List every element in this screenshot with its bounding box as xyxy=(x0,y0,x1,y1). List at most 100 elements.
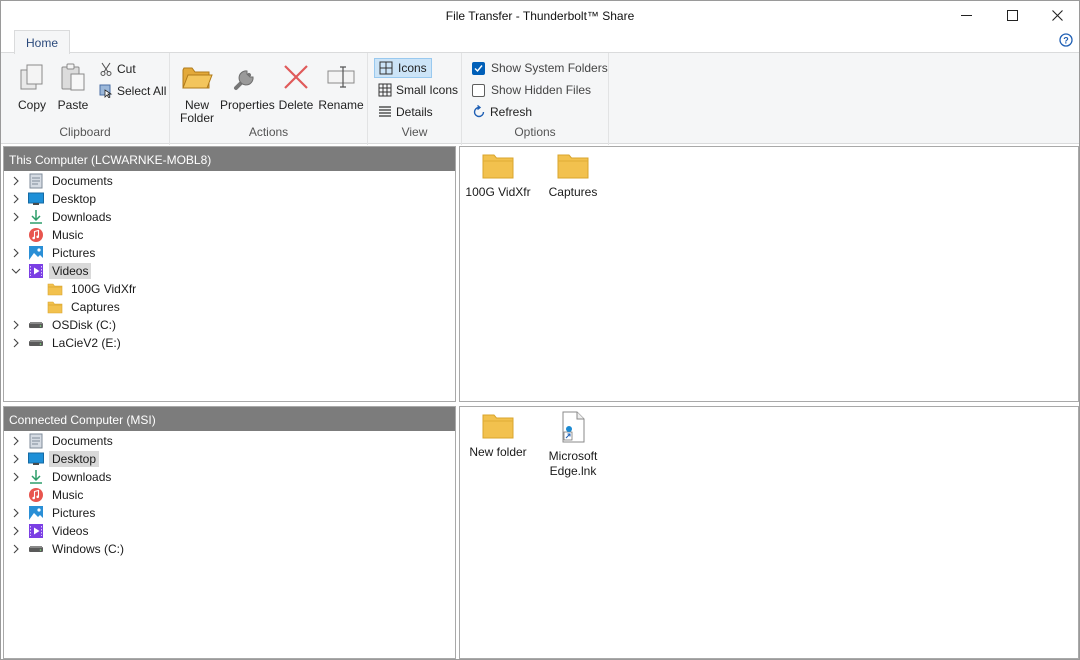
folder-icon xyxy=(47,299,63,315)
copy-button[interactable]: Copy xyxy=(13,57,51,112)
cut-button[interactable]: Cut xyxy=(99,59,136,79)
remote-pane-header: Connected Computer (MSI) xyxy=(4,407,455,431)
tree-expander[interactable] xyxy=(9,172,23,190)
tree-expander[interactable] xyxy=(9,334,23,352)
tree-expander xyxy=(9,226,23,244)
tree-expander[interactable] xyxy=(9,450,23,468)
tree-expander[interactable] xyxy=(9,316,23,334)
view-group: Icons Small Icons Details View xyxy=(368,53,462,145)
show-system-folders-checkbox[interactable] xyxy=(472,61,485,75)
show-system-folders-label: Show System Folders xyxy=(491,61,608,75)
content-item-label: Edge.lnk xyxy=(549,464,597,478)
tree-item-downloads[interactable]: Downloads xyxy=(4,208,455,226)
videos-icon xyxy=(28,263,44,279)
tree-expander[interactable] xyxy=(9,190,23,208)
tree-item-videos[interactable]: Videos xyxy=(4,262,455,280)
chevron-right-icon xyxy=(13,212,19,222)
tree-item-documents[interactable]: Documents xyxy=(4,172,455,190)
tree-expander[interactable] xyxy=(9,504,23,522)
show-hidden-files-checkbox[interactable] xyxy=(472,83,485,97)
actions-group-label: Actions xyxy=(248,125,289,139)
delete-x-icon xyxy=(284,65,308,89)
tree-item-documents[interactable]: Documents xyxy=(4,432,455,450)
tree-expander[interactable] xyxy=(9,262,23,280)
tree-item-videos[interactable]: Videos xyxy=(4,522,455,540)
rename-button[interactable]: Rename xyxy=(318,57,364,112)
show-hidden-files-label: Show Hidden Files xyxy=(491,83,592,97)
chevron-right-icon xyxy=(13,508,19,518)
tree-item-label: Downloads xyxy=(52,470,112,484)
tree-item-music[interactable]: Music xyxy=(4,226,455,244)
copy-label: Copy xyxy=(17,98,46,112)
tree-item-desktop[interactable]: Desktop xyxy=(4,450,455,468)
tree-item-100g-vidxfr[interactable]: 100G VidXfr xyxy=(4,280,455,298)
tree-item-music[interactable]: Music xyxy=(4,486,455,504)
tree-item-downloads[interactable]: Downloads xyxy=(4,468,455,486)
view-icons-label: Icons xyxy=(398,61,427,75)
tree-item-laciev2-e[interactable]: LaCieV2 (E:) xyxy=(4,334,455,352)
local-contents-pane: 100G VidXfr Captures xyxy=(459,146,1079,402)
new-folder-button[interactable]: New Folder xyxy=(178,57,216,125)
tree-expander[interactable] xyxy=(9,432,23,450)
tree-expander[interactable] xyxy=(9,208,23,226)
tree-item-label: Documents xyxy=(52,174,113,188)
content-item-captures[interactable]: Captures xyxy=(533,153,613,200)
cut-label: Cut xyxy=(117,62,136,76)
remote-folder-tree: Documents Desktop Downloads Music Pictures Vi… xyxy=(4,431,455,558)
tree-item-pictures[interactable]: Pictures xyxy=(4,504,455,522)
chevron-right-icon xyxy=(13,320,19,330)
tree-item-label: Music xyxy=(52,228,84,242)
tree-expander[interactable] xyxy=(9,522,23,540)
tree-item-pictures[interactable]: Pictures xyxy=(4,244,455,262)
view-icons-button[interactable]: Icons xyxy=(374,58,432,78)
content-item-100g-vidxfr[interactable]: 100G VidXfr xyxy=(460,153,538,200)
checkmark-icon xyxy=(474,64,483,72)
minimize-button[interactable] xyxy=(943,1,989,30)
drive-icon xyxy=(28,541,44,557)
tree-item-desktop[interactable]: Desktop xyxy=(4,190,455,208)
rename-icon xyxy=(327,66,355,88)
tree-expander[interactable] xyxy=(9,540,23,558)
show-system-folders-option[interactable]: Show System Folders xyxy=(472,59,608,77)
videos-icon xyxy=(28,523,44,539)
tree-expander xyxy=(28,298,42,316)
tree-item-label: Music xyxy=(52,488,84,502)
tree-item-windows-c[interactable]: Windows (C:) xyxy=(4,540,455,558)
chevron-right-icon xyxy=(13,194,19,204)
tree-item-label: Downloads xyxy=(52,210,112,224)
view-details-button[interactable]: Details xyxy=(378,102,433,122)
close-icon xyxy=(1051,10,1063,21)
refresh-label: Refresh xyxy=(490,105,533,119)
copy-icon xyxy=(20,64,43,90)
content-item-new-folder[interactable]: New folder xyxy=(460,413,538,460)
paste-button[interactable]: Paste xyxy=(55,57,91,112)
local-pane-header: This Computer (LCWARNKE-MOBL8) xyxy=(4,147,455,171)
tree-item-label: Pictures xyxy=(52,506,96,520)
content-item-microsoft-edge-lnk[interactable]: Microsoft Edge.lnk xyxy=(533,411,613,479)
maximize-button[interactable] xyxy=(989,1,1035,30)
delete-button[interactable]: Delete xyxy=(277,57,315,112)
drive-icon xyxy=(28,335,44,351)
content-item-label: Captures xyxy=(548,185,598,199)
properties-button[interactable]: Properties xyxy=(220,57,275,112)
tree-item-label: Videos xyxy=(52,524,89,538)
show-hidden-files-option[interactable]: Show Hidden Files xyxy=(472,81,591,99)
tree-item-osdisk-c[interactable]: OSDisk (C:) xyxy=(4,316,455,334)
select-all-button[interactable]: Select All xyxy=(99,81,166,101)
tree-expander[interactable] xyxy=(9,468,23,486)
chevron-right-icon xyxy=(13,454,19,464)
close-button[interactable] xyxy=(1034,1,1079,30)
scissors-icon xyxy=(100,62,112,76)
tree-item-captures[interactable]: Captures xyxy=(4,298,455,316)
small-icons-view-icon xyxy=(378,83,392,97)
select-all-label: Select All xyxy=(117,84,167,98)
view-small-icons-button[interactable]: Small Icons xyxy=(378,80,458,100)
tree-item-label: Desktop xyxy=(49,451,100,467)
tree-expander[interactable] xyxy=(9,244,23,262)
tree-expander xyxy=(9,486,23,504)
help-icon[interactable]: ? xyxy=(1059,33,1073,47)
chevron-right-icon xyxy=(13,436,19,446)
tab-home[interactable]: Home xyxy=(14,30,70,54)
title-bar: File Transfer - Thunderbolt™ Share xyxy=(1,1,1079,30)
refresh-button[interactable]: Refresh xyxy=(472,102,532,122)
